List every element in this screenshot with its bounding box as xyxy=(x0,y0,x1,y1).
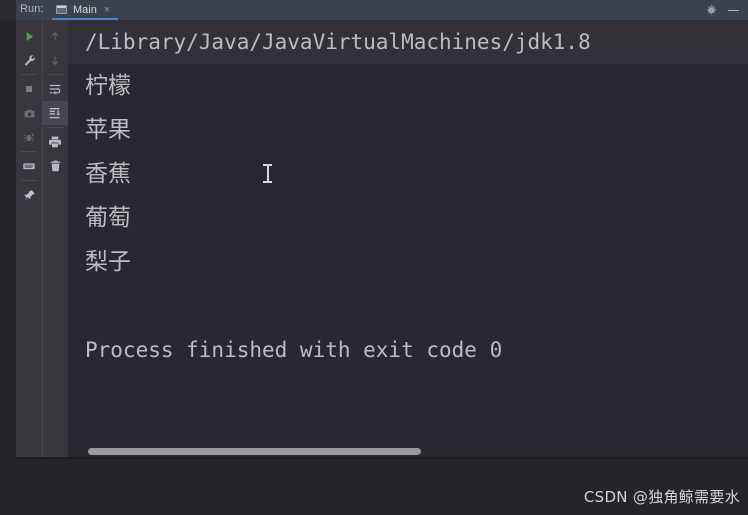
run-toolbar-primary xyxy=(16,20,42,457)
rerun-button[interactable] xyxy=(16,24,42,48)
minimize-icon[interactable] xyxy=(727,4,740,17)
panel-bottom-edge xyxy=(16,457,748,459)
run-toolbar-secondary xyxy=(42,20,68,457)
print-button[interactable] xyxy=(42,130,68,154)
watermark: CSDN @独角鲸需要水 xyxy=(583,488,740,506)
run-tool-window: Run: Main × /Library/Java/JavaVirtualMac… xyxy=(0,0,748,515)
stop-button[interactable] xyxy=(16,77,42,101)
stop-square-icon xyxy=(26,86,32,92)
soft-wrap-button[interactable] xyxy=(42,77,68,101)
run-toolwindow-header: Run: Main × xyxy=(0,0,748,20)
console-toggle-button[interactable] xyxy=(16,154,42,178)
screenshot-button[interactable] xyxy=(16,101,42,125)
console-line: /Library/Java/JavaVirtualMachines/jdk1.8 xyxy=(68,20,748,64)
console-line: 梨子 xyxy=(85,249,131,275)
clear-all-button[interactable] xyxy=(42,154,68,178)
toolbar-separator-3 xyxy=(21,180,37,181)
console-line: 葡萄 xyxy=(85,205,131,231)
console-line: Process finished with exit code 0 xyxy=(85,338,503,362)
trash-icon xyxy=(50,160,60,172)
keyboard-icon xyxy=(23,163,35,170)
run-console-icon xyxy=(56,4,68,16)
arrow-down-icon xyxy=(51,56,59,65)
arrow-up-icon xyxy=(51,31,59,40)
wrench-icon xyxy=(24,54,35,66)
console-line: 苹果 xyxy=(85,117,131,143)
horizontal-scrollbar-thumb[interactable] xyxy=(88,448,421,455)
toolbar2-separator xyxy=(47,74,63,75)
scroll-to-end-button[interactable] xyxy=(42,101,68,125)
pin-icon xyxy=(24,189,35,200)
console-line: 香蕉 xyxy=(85,161,131,187)
tab-label: Main xyxy=(73,4,97,16)
up-stack-trace-button[interactable] xyxy=(42,24,68,48)
scroll-to-end-icon xyxy=(49,108,60,119)
bug-icon xyxy=(23,132,34,142)
close-icon[interactable]: × xyxy=(104,4,110,16)
printer-icon xyxy=(49,136,61,148)
console-line: 柠檬 xyxy=(85,73,131,99)
pin-tab-button[interactable] xyxy=(16,183,42,207)
gear-icon-svg xyxy=(706,4,717,15)
run-window-label: Run: xyxy=(20,3,44,15)
tab-main[interactable]: Main × xyxy=(52,0,119,20)
toolbar-separator xyxy=(21,74,37,75)
toolbar2-separator-2 xyxy=(47,127,63,128)
down-stack-trace-button[interactable] xyxy=(42,48,68,72)
debug-button[interactable] xyxy=(16,125,42,149)
gear-icon[interactable] xyxy=(705,4,718,17)
header-left-gap xyxy=(0,0,16,20)
toolbar-separator-2 xyxy=(21,151,37,152)
edit-configuration-button[interactable] xyxy=(16,48,42,72)
camera-icon xyxy=(24,109,34,117)
soft-wrap-icon xyxy=(49,84,61,95)
console-output[interactable]: /Library/Java/JavaVirtualMachines/jdk1.8… xyxy=(68,20,748,457)
play-icon xyxy=(26,31,33,41)
